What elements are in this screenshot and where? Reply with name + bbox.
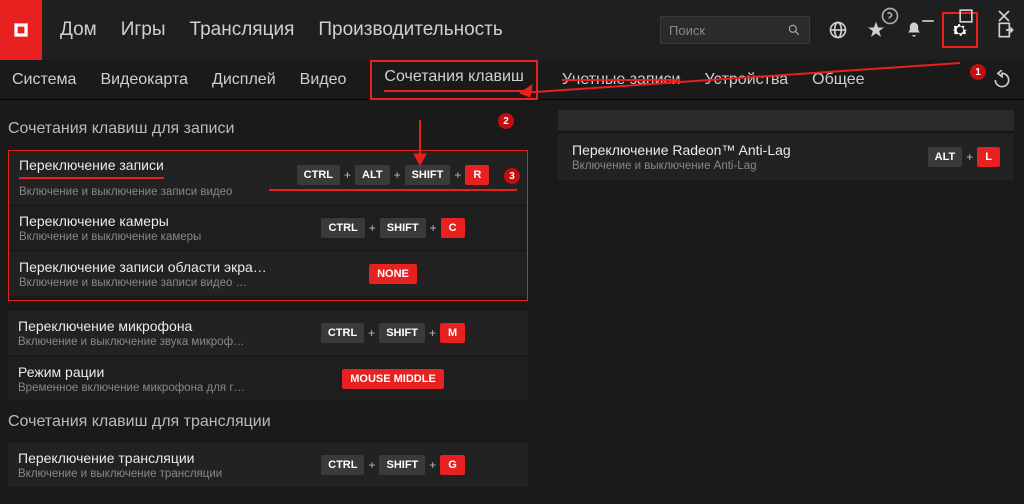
row-title: Переключение камеры bbox=[19, 213, 269, 229]
key: CTRL bbox=[321, 323, 364, 343]
search-icon bbox=[787, 23, 801, 37]
content: Сочетания клавиш для записи Переключение… bbox=[0, 100, 1024, 504]
hotkey-combo: NONE bbox=[269, 264, 517, 284]
reset-icon[interactable] bbox=[992, 70, 1012, 90]
nav-home[interactable]: Дом bbox=[60, 19, 97, 41]
search-placeholder: Поиск bbox=[669, 23, 787, 38]
maximize-icon[interactable] bbox=[956, 6, 976, 26]
key: ALT bbox=[355, 165, 390, 185]
annotation-arrow-2 bbox=[410, 120, 430, 170]
help-icon[interactable] bbox=[880, 6, 900, 26]
search-input[interactable]: Поиск bbox=[660, 16, 810, 44]
row-sub: Включение и выключение трансляции bbox=[18, 468, 268, 480]
key: CTRL bbox=[297, 165, 340, 185]
row-sub: Включение и выключение записи видео … bbox=[19, 277, 269, 289]
hotkey-combo: MOUSE MIDDLE bbox=[268, 369, 518, 389]
tab-gpu[interactable]: Видеокарта bbox=[100, 71, 188, 89]
section-streaming-title: Сочетания клавиш для трансляции bbox=[8, 403, 528, 443]
nav-stream[interactable]: Трансляция bbox=[190, 19, 295, 41]
row-antilag[interactable]: Переключение Radeon™ Anti-Lag Включение … bbox=[558, 134, 1014, 180]
key-final: C bbox=[441, 218, 465, 238]
key-final: R bbox=[465, 165, 489, 185]
row-title: Переключение трансляции bbox=[18, 450, 268, 466]
annotation-marker-3: 3 bbox=[504, 168, 520, 184]
hotkey-combo: ALT+ L bbox=[928, 147, 1000, 167]
nav-performance[interactable]: Производительность bbox=[318, 19, 502, 41]
close-icon[interactable] bbox=[994, 6, 1014, 26]
row-record-toggle[interactable]: Переключение записи Включение и выключен… bbox=[9, 151, 527, 204]
globe-icon[interactable] bbox=[828, 20, 848, 40]
left-column: Сочетания клавиш для записи Переключение… bbox=[8, 110, 528, 504]
right-column: Переключение Radeon™ Anti-Lag Включение … bbox=[558, 110, 1024, 504]
amd-logo bbox=[0, 0, 42, 60]
tab-system[interactable]: Система bbox=[12, 71, 76, 89]
row-stream-toggle[interactable]: Переключение трансляции Включение и выкл… bbox=[8, 443, 528, 487]
minimize-icon[interactable] bbox=[918, 6, 938, 26]
key: CTRL bbox=[321, 455, 364, 475]
key-mouse: MOUSE MIDDLE bbox=[342, 369, 444, 389]
annotation-marker-1: 1 bbox=[970, 64, 986, 80]
row-sub: Включение и выключение Anti-Lag bbox=[572, 160, 928, 172]
row-title: Режим рации bbox=[18, 364, 268, 380]
key: SHIFT bbox=[380, 218, 426, 238]
key: SHIFT bbox=[379, 323, 425, 343]
row-ptt[interactable]: Режим рации Временное включение микрофон… bbox=[8, 357, 528, 401]
key: ALT bbox=[928, 147, 963, 167]
annotation-arrow-1 bbox=[500, 55, 970, 105]
tab-display[interactable]: Дисплей bbox=[212, 71, 276, 89]
row-title: Переключение записи bbox=[19, 157, 164, 179]
row-region-record[interactable]: Переключение записи области экра… Включе… bbox=[9, 252, 527, 296]
recording-group-highlight: Переключение записи Включение и выключен… bbox=[8, 150, 528, 301]
tab-video[interactable]: Видео bbox=[300, 71, 347, 89]
row-title: Переключение записи области экра… bbox=[19, 259, 269, 275]
window-controls bbox=[880, 6, 1014, 26]
key-final: M bbox=[440, 323, 465, 343]
annotation-marker-2: 2 bbox=[498, 113, 514, 129]
row-sub: Включение и выключение камеры bbox=[19, 231, 269, 243]
row-title: Переключение микрофона bbox=[18, 318, 268, 334]
key-final: G bbox=[440, 455, 465, 475]
key-final: L bbox=[977, 147, 1000, 167]
key: CTRL bbox=[321, 218, 364, 238]
section-recording-title: Сочетания клавиш для записи bbox=[8, 110, 528, 150]
row-sub: Временное включение микрофона для г… bbox=[18, 382, 268, 394]
nav-games[interactable]: Игры bbox=[121, 19, 166, 41]
hotkey-combo: CTRL+ ALT+ SHIFT+ R bbox=[269, 165, 517, 191]
row-title: Переключение Radeon™ Anti-Lag bbox=[572, 142, 928, 158]
key: SHIFT bbox=[379, 455, 425, 475]
row-sub: Включение и выключение звука микроф… bbox=[18, 336, 268, 348]
hotkey-combo: CTRL+ SHIFT+ M bbox=[268, 323, 518, 343]
right-panel-header bbox=[558, 110, 1014, 132]
hotkey-combo: CTRL+ SHIFT+ C bbox=[269, 218, 517, 238]
main-nav: Дом Игры Трансляция Производительность bbox=[60, 19, 503, 41]
row-mic-toggle[interactable]: Переключение микрофона Включение и выклю… bbox=[8, 311, 528, 355]
key-none: NONE bbox=[369, 264, 417, 284]
hotkey-combo: CTRL+ SHIFT+ G bbox=[268, 455, 518, 475]
row-sub: Включение и выключение записи видео bbox=[19, 186, 269, 198]
topbar: Дом Игры Трансляция Производительность П… bbox=[0, 0, 1024, 60]
row-camera-toggle[interactable]: Переключение камеры Включение и выключен… bbox=[9, 206, 527, 250]
